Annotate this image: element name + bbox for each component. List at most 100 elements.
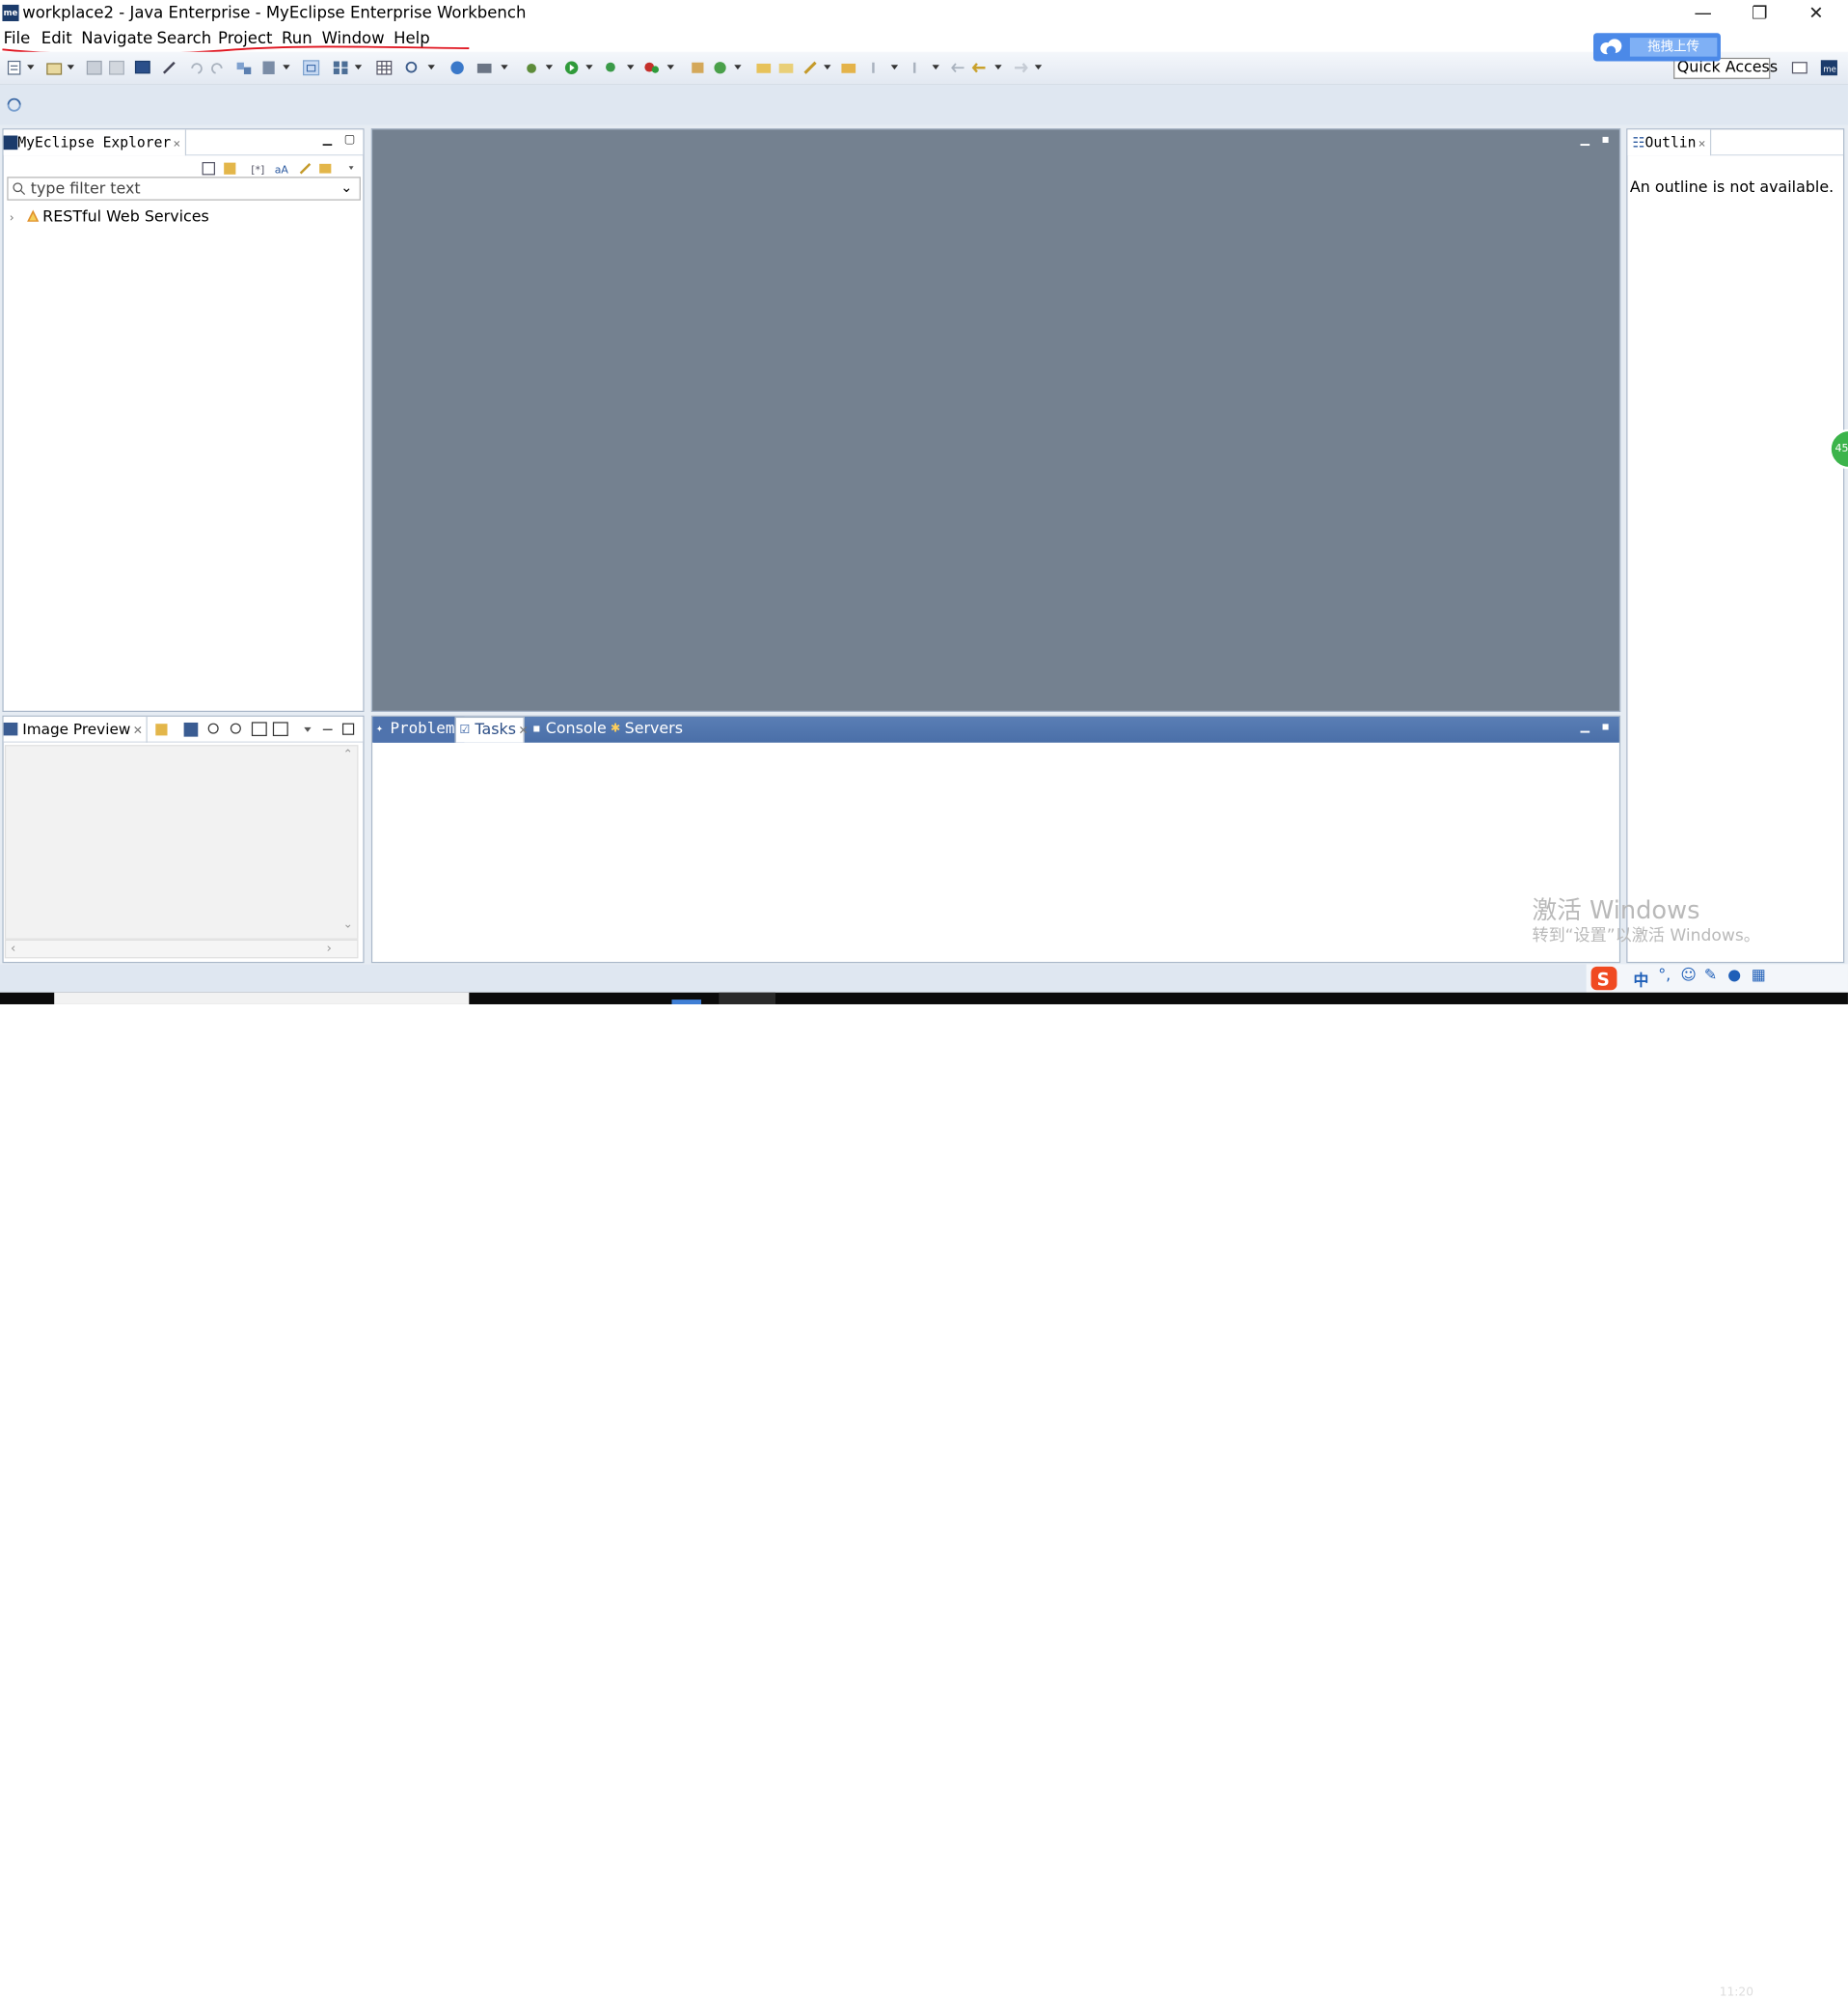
debug-icon[interactable] bbox=[524, 60, 540, 75]
toggle-mark-icon[interactable] bbox=[303, 60, 320, 76]
status-bar: S 中 °, ☺ ✎ ● ▦ bbox=[0, 964, 1848, 993]
edit-pen-icon[interactable] bbox=[161, 60, 177, 75]
filter-dropdown-icon[interactable]: ⌄ bbox=[340, 179, 352, 196]
globe-icon[interactable] bbox=[449, 60, 466, 75]
minimize-button[interactable]: — bbox=[1676, 0, 1730, 26]
expand-chevron-icon[interactable]: › bbox=[10, 212, 14, 225]
task-dropdown-icon[interactable] bbox=[824, 65, 831, 70]
new-project-icon[interactable] bbox=[46, 60, 63, 75]
grid-view-icon[interactable] bbox=[333, 60, 349, 75]
task-pen-icon[interactable] bbox=[802, 60, 819, 75]
close-icon[interactable]: ✕ bbox=[133, 725, 143, 737]
myeclipse-perspective-icon[interactable]: me bbox=[1820, 60, 1837, 76]
server-icon[interactable] bbox=[260, 60, 277, 75]
horizontal-scrollbar[interactable]: ‹ › bbox=[4, 939, 359, 959]
profile-icon[interactable] bbox=[643, 60, 660, 75]
last-edit-icon[interactable] bbox=[950, 60, 966, 75]
scroll-right-icon[interactable]: › bbox=[326, 941, 331, 956]
close-button[interactable]: ✕ bbox=[1789, 0, 1843, 26]
new-server-dropdown-icon[interactable] bbox=[734, 65, 742, 70]
editor-maximize-icon[interactable]: ▪ bbox=[1602, 133, 1610, 146]
clock-time[interactable]: 11:20 bbox=[1720, 1986, 1753, 1999]
next-annotation-icon[interactable] bbox=[869, 60, 885, 75]
back-dropdown-icon[interactable] bbox=[994, 65, 1002, 70]
cloud-upload-label[interactable]: 拖拽上传 bbox=[1629, 38, 1718, 57]
punctuation-icon[interactable]: °, bbox=[1658, 967, 1671, 984]
external-tools-icon[interactable] bbox=[690, 60, 706, 75]
search-dropdown-icon[interactable] bbox=[427, 65, 435, 70]
search-tool-icon[interactable] bbox=[404, 60, 421, 75]
coverage-dropdown-icon[interactable] bbox=[627, 65, 635, 70]
debug-dropdown-icon[interactable] bbox=[545, 65, 554, 70]
emoji-icon[interactable]: ☺ bbox=[1680, 967, 1697, 984]
scroll-left-icon[interactable]: ‹ bbox=[11, 941, 15, 956]
project-dropdown-icon[interactable] bbox=[67, 65, 74, 70]
open-resource-icon[interactable] bbox=[840, 60, 856, 75]
profile-dropdown-icon[interactable] bbox=[666, 65, 674, 70]
back-icon[interactable] bbox=[971, 60, 988, 75]
prev-annotation-dropdown-icon[interactable] bbox=[932, 65, 939, 70]
deploy-icon[interactable] bbox=[235, 60, 252, 75]
next-annotation-dropdown-icon[interactable] bbox=[890, 65, 899, 70]
save-icon[interactable] bbox=[86, 60, 102, 75]
toolbox-icon[interactable]: ▦ bbox=[1752, 967, 1766, 984]
close-icon[interactable]: ✕ bbox=[518, 725, 528, 737]
scroll-down-icon[interactable]: ⌄ bbox=[343, 918, 353, 931]
sogou-ime-icon[interactable]: S bbox=[1590, 966, 1617, 992]
image-preview-toolbar-icons[interactable] bbox=[154, 722, 364, 738]
scroll-up-icon[interactable]: ⌃ bbox=[343, 749, 353, 761]
tab-myeclipse-explorer[interactable]: MyEclipse Explorer ✕ bbox=[3, 129, 187, 156]
new-dropdown-icon[interactable] bbox=[27, 65, 35, 70]
handwriting-icon[interactable]: ✎ bbox=[1704, 967, 1717, 984]
tab-problems[interactable]: ✦ Problems bbox=[373, 716, 464, 743]
tab-outline[interactable]: ☷Outlin ✕ bbox=[1627, 129, 1712, 156]
close-icon[interactable]: ✕ bbox=[1699, 138, 1705, 151]
save-all-icon[interactable] bbox=[108, 60, 124, 75]
editor-minimize-icon[interactable]: ▁ bbox=[1581, 133, 1590, 146]
open-perspective-icon[interactable] bbox=[1791, 60, 1807, 75]
taskbar-app-indicator[interactable] bbox=[671, 1000, 702, 1004]
explorer-toolbar-icons[interactable]: [*] aA bbox=[202, 160, 355, 177]
forward-dropdown-icon[interactable] bbox=[1034, 65, 1043, 70]
taskbar-app-active[interactable] bbox=[719, 992, 776, 1004]
ime-toolbar: S 中 °, ☺ ✎ ● ▦ bbox=[1586, 964, 1848, 993]
screenshot-dropdown-icon[interactable] bbox=[501, 65, 508, 70]
screenshot-icon[interactable] bbox=[476, 60, 493, 75]
table-icon[interactable] bbox=[376, 60, 393, 75]
svg-text:aA: aA bbox=[275, 164, 289, 177]
forward-icon[interactable] bbox=[1013, 60, 1029, 75]
secondary-toolbar bbox=[0, 84, 1848, 125]
ime-mode-label[interactable]: 中 bbox=[1634, 968, 1649, 990]
sync-icon[interactable] bbox=[6, 96, 22, 113]
maximize-view-icon[interactable]: ▢ bbox=[344, 133, 356, 146]
image-preview-tab-icon bbox=[3, 722, 18, 736]
run-icon[interactable] bbox=[563, 60, 580, 75]
close-icon[interactable]: ✕ bbox=[174, 138, 180, 151]
restore-button[interactable]: ❐ bbox=[1732, 0, 1786, 26]
prev-annotation-icon[interactable] bbox=[910, 60, 926, 75]
microphone-icon[interactable]: ● bbox=[1727, 967, 1741, 984]
tab-image-preview[interactable]: Image Preview ✕ bbox=[3, 716, 148, 743]
open-folder-icon[interactable] bbox=[777, 60, 794, 75]
coverage-icon[interactable] bbox=[604, 60, 620, 75]
tab-console[interactable]: ▪ Console bbox=[531, 717, 607, 743]
bottom-minimize-icon[interactable]: ▁ bbox=[1581, 721, 1590, 733]
grid-dropdown-icon[interactable] bbox=[354, 65, 363, 70]
tab-tasks[interactable]: ☑ Tasks ✕ bbox=[454, 716, 529, 743]
image-preview-canvas: ⌃ ⌄ bbox=[4, 745, 359, 940]
tab-servers[interactable]: ✱ Servers bbox=[610, 717, 683, 743]
taskbar-search-box[interactable] bbox=[54, 992, 470, 1004]
terminal-icon[interactable] bbox=[134, 60, 150, 75]
problems-tab-label: Problems bbox=[390, 720, 464, 738]
tree-item-restful-web-services[interactable]: › RESTful Web Services bbox=[10, 208, 209, 226]
undo-icon[interactable] bbox=[189, 60, 205, 75]
redo-icon[interactable] bbox=[208, 60, 225, 75]
bottom-maximize-icon[interactable]: ▪ bbox=[1602, 721, 1610, 733]
minimize-view-icon[interactable]: ▁ bbox=[323, 133, 332, 146]
server-dropdown-icon[interactable] bbox=[283, 65, 290, 70]
new-file-icon[interactable] bbox=[6, 60, 22, 75]
open-type-icon[interactable] bbox=[755, 60, 772, 75]
run-dropdown-icon[interactable] bbox=[585, 65, 593, 70]
bottom-panel bbox=[370, 715, 1621, 964]
new-server-icon[interactable] bbox=[712, 60, 728, 75]
